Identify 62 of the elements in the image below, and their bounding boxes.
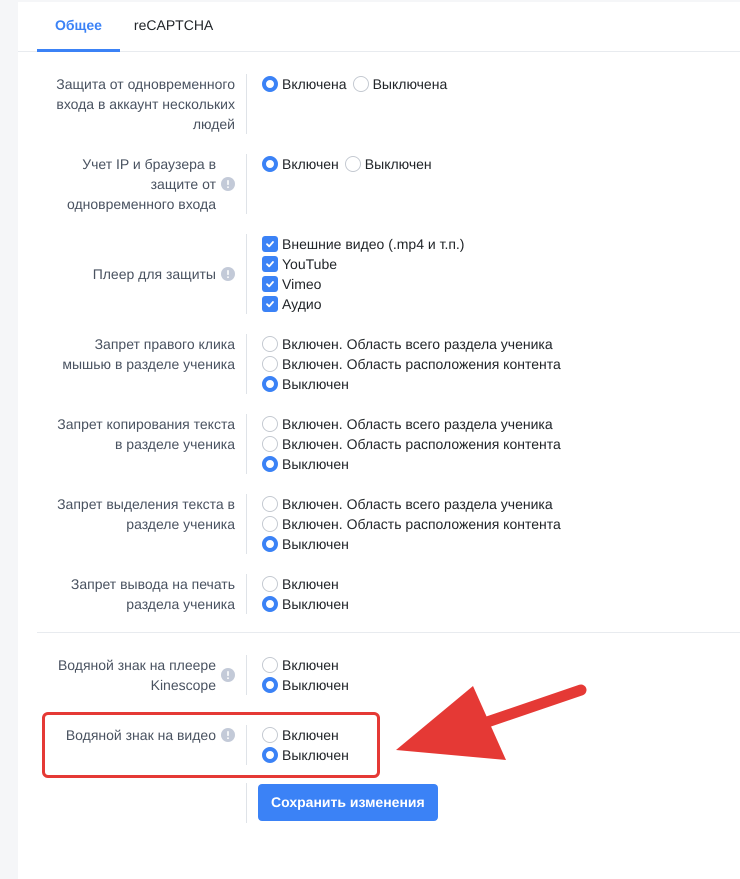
- setting-label: Запрет вывода на печать раздела ученика: [70, 575, 235, 614]
- option-label: Выключен: [364, 154, 432, 174]
- radio-button[interactable]: [262, 156, 278, 172]
- option-label: Выключен: [282, 454, 349, 474]
- option-label: Выключен: [282, 594, 349, 614]
- option-label: Включен: [282, 726, 339, 744]
- radio-button[interactable]: [262, 456, 278, 472]
- setting-label: Учет IP и браузера в защите от одновременного входа: [66, 155, 216, 214]
- info-icon: [221, 267, 235, 281]
- option-label: Включена: [282, 74, 347, 94]
- option-label: Аудио: [282, 294, 322, 314]
- radio-button[interactable]: [262, 76, 278, 92]
- save-button[interactable]: Сохранить изменения: [258, 784, 438, 821]
- option-label: Включен. Область всего раздела ученика: [282, 334, 553, 354]
- setting-label: Защита от одновременного входа в аккаунт нескольких людей: [55, 75, 235, 134]
- checkbox[interactable]: [262, 236, 278, 252]
- radio-button[interactable]: [262, 496, 278, 512]
- option-label: Включен. Область расположения контента: [282, 514, 561, 534]
- radio-button[interactable]: [262, 677, 278, 693]
- radio-button[interactable]: [262, 336, 278, 352]
- tab[interactable]: Общее: [37, 2, 120, 52]
- radio-button[interactable]: [262, 436, 278, 452]
- info-icon: [221, 728, 235, 742]
- checkbox[interactable]: [262, 276, 278, 292]
- option-label: Включен. Область расположения контента: [282, 434, 561, 454]
- option-label: Включен: [282, 154, 339, 174]
- setting-label: Водяной знак на плеере Kinescope: [56, 656, 216, 695]
- checkbox[interactable]: [262, 256, 278, 272]
- radio-button[interactable]: [262, 516, 278, 532]
- setting-label: Запрет копирования текста в разделе ученика: [56, 415, 235, 454]
- radio-button[interactable]: [262, 576, 278, 592]
- radio-button[interactable]: [262, 596, 278, 612]
- info-icon: [221, 668, 235, 682]
- option-label: Включен: [282, 574, 339, 594]
- radio-button[interactable]: [262, 536, 278, 552]
- radio-button[interactable]: [262, 376, 278, 392]
- radio-button[interactable]: [262, 747, 278, 763]
- radio-button[interactable]: [352, 76, 369, 92]
- option-label: Выключен: [282, 676, 349, 694]
- setting-label: Запрет выделения текста в разделе ученика: [56, 495, 235, 534]
- option-label: YouTube: [282, 254, 338, 274]
- setting-label: Запрет правого клика мышью в разделе ученика: [61, 335, 235, 374]
- option-label: Включен: [282, 656, 339, 674]
- radio-button[interactable]: [344, 156, 361, 172]
- option-label: Включен. Область расположения контента: [282, 354, 561, 374]
- option-label: Включен. Область всего раздела ученика: [282, 414, 553, 434]
- option-label: Внешние видео (.mp4 и т.п.): [282, 234, 464, 254]
- setting-label: Водяной знак на видео: [66, 726, 216, 745]
- radio-button[interactable]: [262, 356, 278, 372]
- radio-button[interactable]: [262, 727, 278, 743]
- checkbox[interactable]: [262, 296, 278, 312]
- setting-label: Плеер для защиты: [92, 265, 216, 284]
- radio-button[interactable]: [262, 416, 278, 432]
- option-label: Выключен: [282, 374, 349, 394]
- option-label: Выключен: [282, 534, 349, 554]
- info-icon: [221, 177, 235, 191]
- option-label: Включен. Область всего раздела ученика: [282, 494, 553, 514]
- tab[interactable]: reCAPTCHA: [120, 2, 228, 52]
- option-label: Выключена: [372, 74, 448, 94]
- option-label: Vimeo: [282, 274, 322, 294]
- radio-button[interactable]: [262, 657, 278, 673]
- option-label: Выключен: [282, 746, 349, 764]
